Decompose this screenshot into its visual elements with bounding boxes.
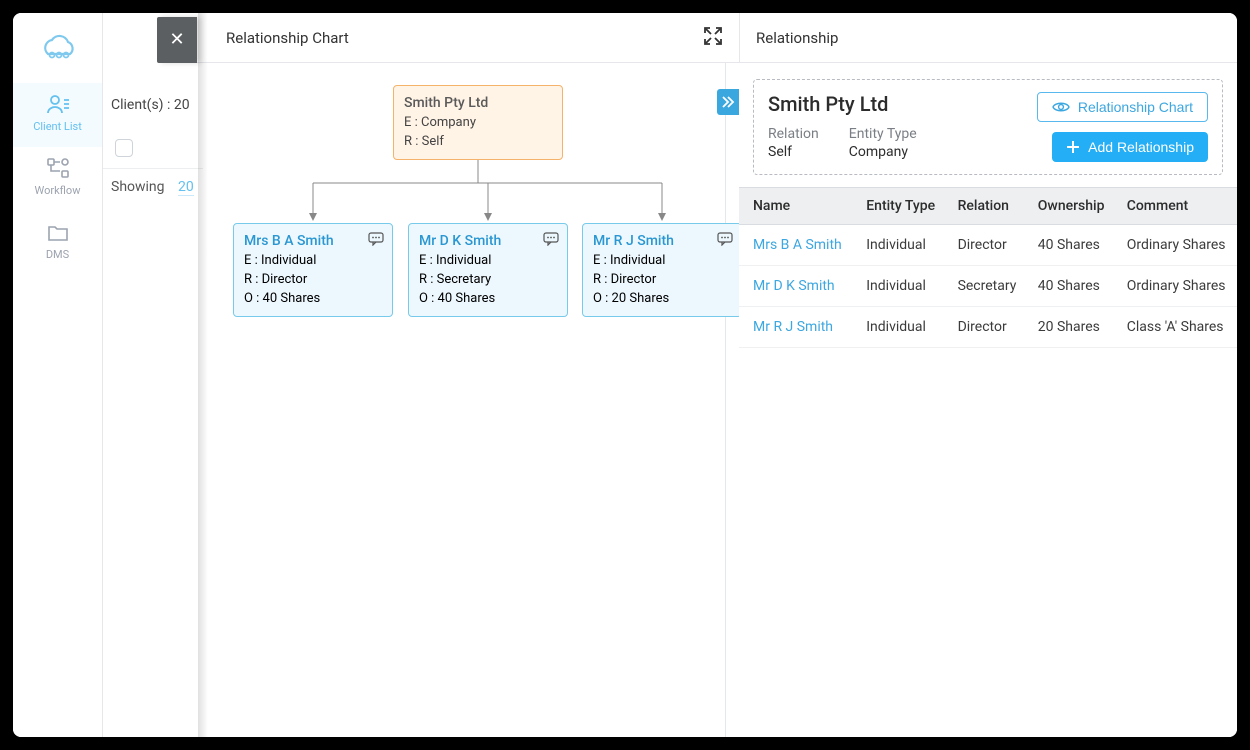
relation-label: Relation: [768, 126, 819, 142]
expand-button[interactable]: [703, 26, 723, 50]
cell-name[interactable]: Mr D K Smith: [739, 266, 852, 307]
col-entity[interactable]: Entity Type: [852, 188, 943, 225]
expand-icon: [703, 26, 723, 46]
cell-name[interactable]: Mrs B A Smith: [739, 225, 852, 266]
cell-comment: Ordinary Shares: [1113, 225, 1237, 266]
chart-child-relation: R : Director: [244, 270, 382, 289]
showing-count: 20: [178, 179, 194, 196]
chart-root-name: Smith Pty Ltd: [404, 94, 552, 113]
entity-summary: Smith Pty Ltd Relation Self Entity Type …: [753, 79, 1223, 175]
cell-entity: Individual: [852, 266, 943, 307]
nav-dms-label: DMS: [46, 248, 69, 261]
add-relationship-button-label: Add Relationship: [1088, 139, 1194, 155]
chart-child-entity: E : Individual: [419, 251, 557, 270]
cell-relation: Director: [944, 307, 1024, 348]
client-count: Client(s) : 20: [103, 83, 217, 127]
table-row: Mr R J Smith Individual Director 20 Shar…: [739, 307, 1237, 348]
eye-icon: [1052, 100, 1070, 114]
chart-child-node[interactable]: Mr D K Smith E : Individual R : Secretar…: [408, 223, 568, 317]
cell-relation: Director: [944, 225, 1024, 266]
col-relation[interactable]: Relation: [944, 188, 1024, 225]
add-relationship-button[interactable]: Add Relationship: [1052, 132, 1208, 162]
chart-child-name: Mr R J Smith: [593, 232, 731, 251]
entity-type-value: Company: [849, 144, 917, 160]
table-row: Mrs B A Smith Individual Director 40 Sha…: [739, 225, 1237, 266]
client-showing: Showing 20: [103, 169, 217, 205]
relation-value: Self: [768, 144, 819, 160]
nav-workflow[interactable]: Workflow: [13, 147, 102, 211]
chart-child-relation: R : Secretary: [419, 270, 557, 289]
chart-title: Relationship Chart: [226, 29, 349, 47]
entity-type-label: Entity Type: [849, 126, 917, 142]
nav-client-list[interactable]: Client List: [13, 83, 102, 147]
panel-title: Relationship: [739, 13, 1237, 62]
col-comment[interactable]: Comment: [1113, 188, 1237, 225]
workflow-icon: [46, 157, 70, 182]
nav-dms[interactable]: DMS: [13, 211, 102, 275]
chart-root-entity: E : Company: [404, 113, 552, 132]
chat-icon[interactable]: [717, 232, 733, 252]
relationship-chart: Smith Pty Ltd E : Company R : Self Mrs B…: [203, 63, 726, 737]
select-all-checkbox[interactable]: [115, 139, 133, 157]
relationship-table: Name Entity Type Relation Ownership Comm…: [739, 187, 1237, 348]
chart-child-name: Mrs B A Smith: [244, 232, 382, 251]
cell-name[interactable]: Mr R J Smith: [739, 307, 852, 348]
client-row-header: [103, 127, 217, 169]
plus-icon: [1066, 140, 1080, 154]
chart-child-ownership: O : 40 Shares: [419, 289, 557, 308]
close-icon: ✕: [169, 29, 184, 50]
chart-root-node[interactable]: Smith Pty Ltd E : Company R : Self: [393, 85, 563, 160]
overlay-header: ✕ Relationship Chart Relationship: [158, 13, 1237, 63]
collapse-panel-button[interactable]: [717, 89, 739, 115]
cell-ownership: 20 Shares: [1024, 307, 1113, 348]
chevron-right-double-icon: [721, 96, 735, 108]
chat-icon[interactable]: [543, 232, 559, 252]
cell-ownership: 40 Shares: [1024, 266, 1113, 307]
chat-icon[interactable]: [368, 232, 384, 252]
client-rows: [103, 127, 217, 169]
cell-entity: Individual: [852, 307, 943, 348]
chart-child-node[interactable]: Mrs B A Smith E : Individual R : Directo…: [233, 223, 393, 317]
chart-root-relation: R : Self: [404, 132, 552, 151]
showing-label: Showing: [111, 179, 165, 195]
side-nav: Client List Workflow DMS: [13, 13, 103, 737]
dms-icon: [46, 221, 70, 246]
cell-comment: Ordinary Shares: [1113, 266, 1237, 307]
relationship-panel: Smith Pty Ltd Relation Self Entity Type …: [739, 63, 1237, 737]
col-ownership[interactable]: Ownership: [1024, 188, 1113, 225]
app-logo: [13, 13, 102, 83]
client-list-pane: Client(s) : 20 Showing 20: [103, 83, 218, 737]
cell-relation: Secretary: [944, 266, 1024, 307]
chart-child-node[interactable]: Mr R J Smith E : Individual R : Director…: [582, 223, 742, 317]
cell-ownership: 40 Shares: [1024, 225, 1113, 266]
chart-child-ownership: O : 40 Shares: [244, 289, 382, 308]
table-row: Mr D K Smith Individual Secretary 40 Sha…: [739, 266, 1237, 307]
chart-child-relation: R : Director: [593, 270, 731, 289]
col-name[interactable]: Name: [739, 188, 852, 225]
cell-entity: Individual: [852, 225, 943, 266]
chart-child-ownership: O : 20 Shares: [593, 289, 731, 308]
relationship-table-body: Mrs B A Smith Individual Director 40 Sha…: [739, 225, 1237, 348]
nav-workflow-label: Workflow: [35, 184, 81, 197]
relationship-chart-button[interactable]: Relationship Chart: [1037, 92, 1208, 122]
client-list-icon: [46, 93, 70, 118]
cell-comment: Class 'A' Shares: [1113, 307, 1237, 348]
table-header-row: Name Entity Type Relation Ownership Comm…: [739, 188, 1237, 225]
chart-child-entity: E : Individual: [244, 251, 382, 270]
relationship-chart-button-label: Relationship Chart: [1078, 99, 1193, 115]
chart-child-entity: E : Individual: [593, 251, 731, 270]
nav-client-list-label: Client List: [33, 120, 82, 133]
chart-child-name: Mr D K Smith: [419, 232, 557, 251]
close-button[interactable]: ✕: [157, 17, 197, 63]
